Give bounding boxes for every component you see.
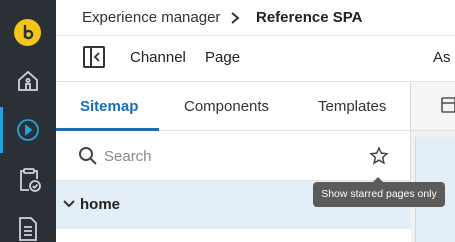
clipboard-check-icon — [20, 168, 41, 192]
channel-menu[interactable]: Channel — [130, 49, 186, 66]
rail-home[interactable] — [0, 58, 56, 104]
tab-templates[interactable]: Templates — [318, 98, 386, 115]
home-icon — [18, 70, 38, 91]
search-input[interactable] — [104, 145, 354, 167]
breadcrumb-root[interactable]: Experience manager — [82, 9, 220, 26]
star-filter-tooltip: Show starred pages only — [313, 177, 445, 207]
sidebar-panel: Sitemap Components Templates home — [56, 82, 411, 242]
sidebar-collapse-button[interactable] — [83, 46, 105, 68]
left-rail — [0, 0, 56, 242]
channel-toolbar: Channel Page As v — [56, 36, 455, 82]
chevron-down-icon[interactable] — [63, 199, 75, 209]
tab-components[interactable]: Components — [184, 98, 269, 115]
document-icon — [19, 217, 37, 241]
top-header: Experience manager Reference SPA — [56, 0, 455, 36]
sitemap-list — [56, 229, 411, 242]
sitemap-item-label: home — [80, 196, 121, 213]
breadcrumb-current: Reference SPA — [256, 9, 363, 26]
rail-content[interactable] — [0, 205, 56, 242]
search-icon — [79, 147, 97, 165]
arrow-left-icon — [93, 52, 100, 62]
view-as-menu[interactable]: As v — [433, 49, 455, 66]
chevron-right-icon — [231, 12, 240, 24]
panel-tabs: Sitemap Components Templates — [56, 82, 411, 131]
sitemap-search — [56, 131, 411, 181]
layout-icon[interactable] — [441, 97, 455, 113]
star-icon[interactable] — [369, 146, 389, 166]
canvas-toolbar — [411, 82, 455, 131]
play-circle-icon — [17, 119, 39, 141]
tab-sitemap[interactable]: Sitemap — [80, 98, 138, 115]
page-menu[interactable]: Page — [205, 49, 240, 66]
rail-projects[interactable] — [0, 156, 56, 202]
rail-experience-manager[interactable] — [0, 107, 56, 153]
preview-canvas — [411, 82, 455, 242]
bloomreach-logo-icon[interactable] — [14, 19, 41, 46]
